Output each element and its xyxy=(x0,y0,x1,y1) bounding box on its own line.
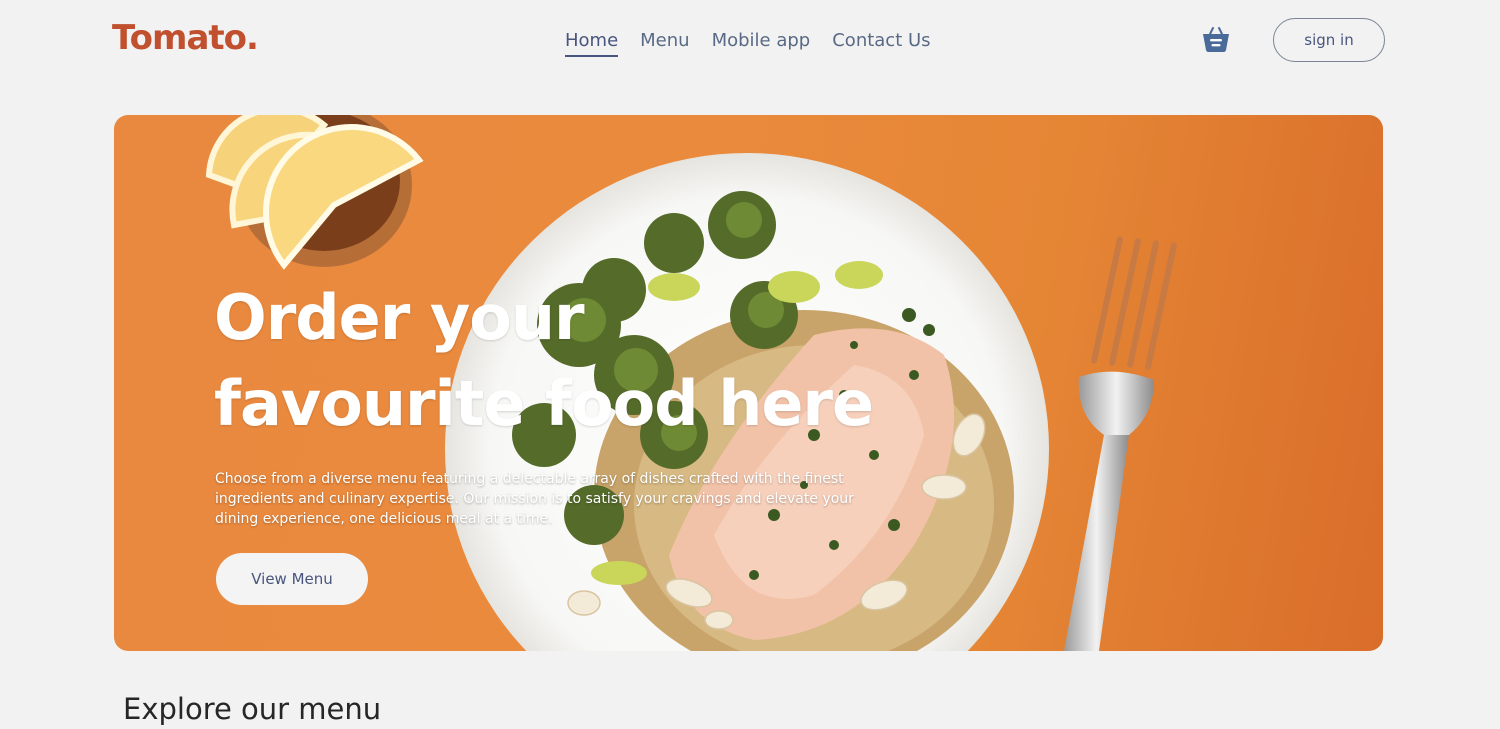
hero-banner: Order your favourite food here Choose fr… xyxy=(114,115,1383,651)
view-menu-button[interactable]: View Menu xyxy=(216,553,368,605)
hero-title: Order your favourite food here xyxy=(214,275,914,447)
nav-link-menu[interactable]: Menu xyxy=(640,30,689,57)
basket-icon[interactable] xyxy=(1199,22,1233,56)
nav-link-home[interactable]: Home xyxy=(565,30,619,57)
sign-in-button[interactable]: sign in xyxy=(1273,18,1385,62)
hero-title-line1: Order your xyxy=(214,281,585,354)
logo[interactable]: Tomato. xyxy=(112,18,259,58)
page: Tomato. Home Menu Mobile app Contact Us … xyxy=(0,0,1500,729)
hero-description: Choose from a diverse menu featuring a d… xyxy=(215,471,854,527)
nav-menu: Home Menu Mobile app Contact Us xyxy=(565,30,931,57)
navbar: Tomato. Home Menu Mobile app Contact Us … xyxy=(0,0,1500,90)
nav-link-mobile-app[interactable]: Mobile app xyxy=(712,30,811,57)
hero-title-line2: favourite food here xyxy=(214,367,874,440)
explore-menu-heading: Explore our menu xyxy=(123,692,382,726)
nav-link-contact-us[interactable]: Contact Us xyxy=(832,30,930,57)
